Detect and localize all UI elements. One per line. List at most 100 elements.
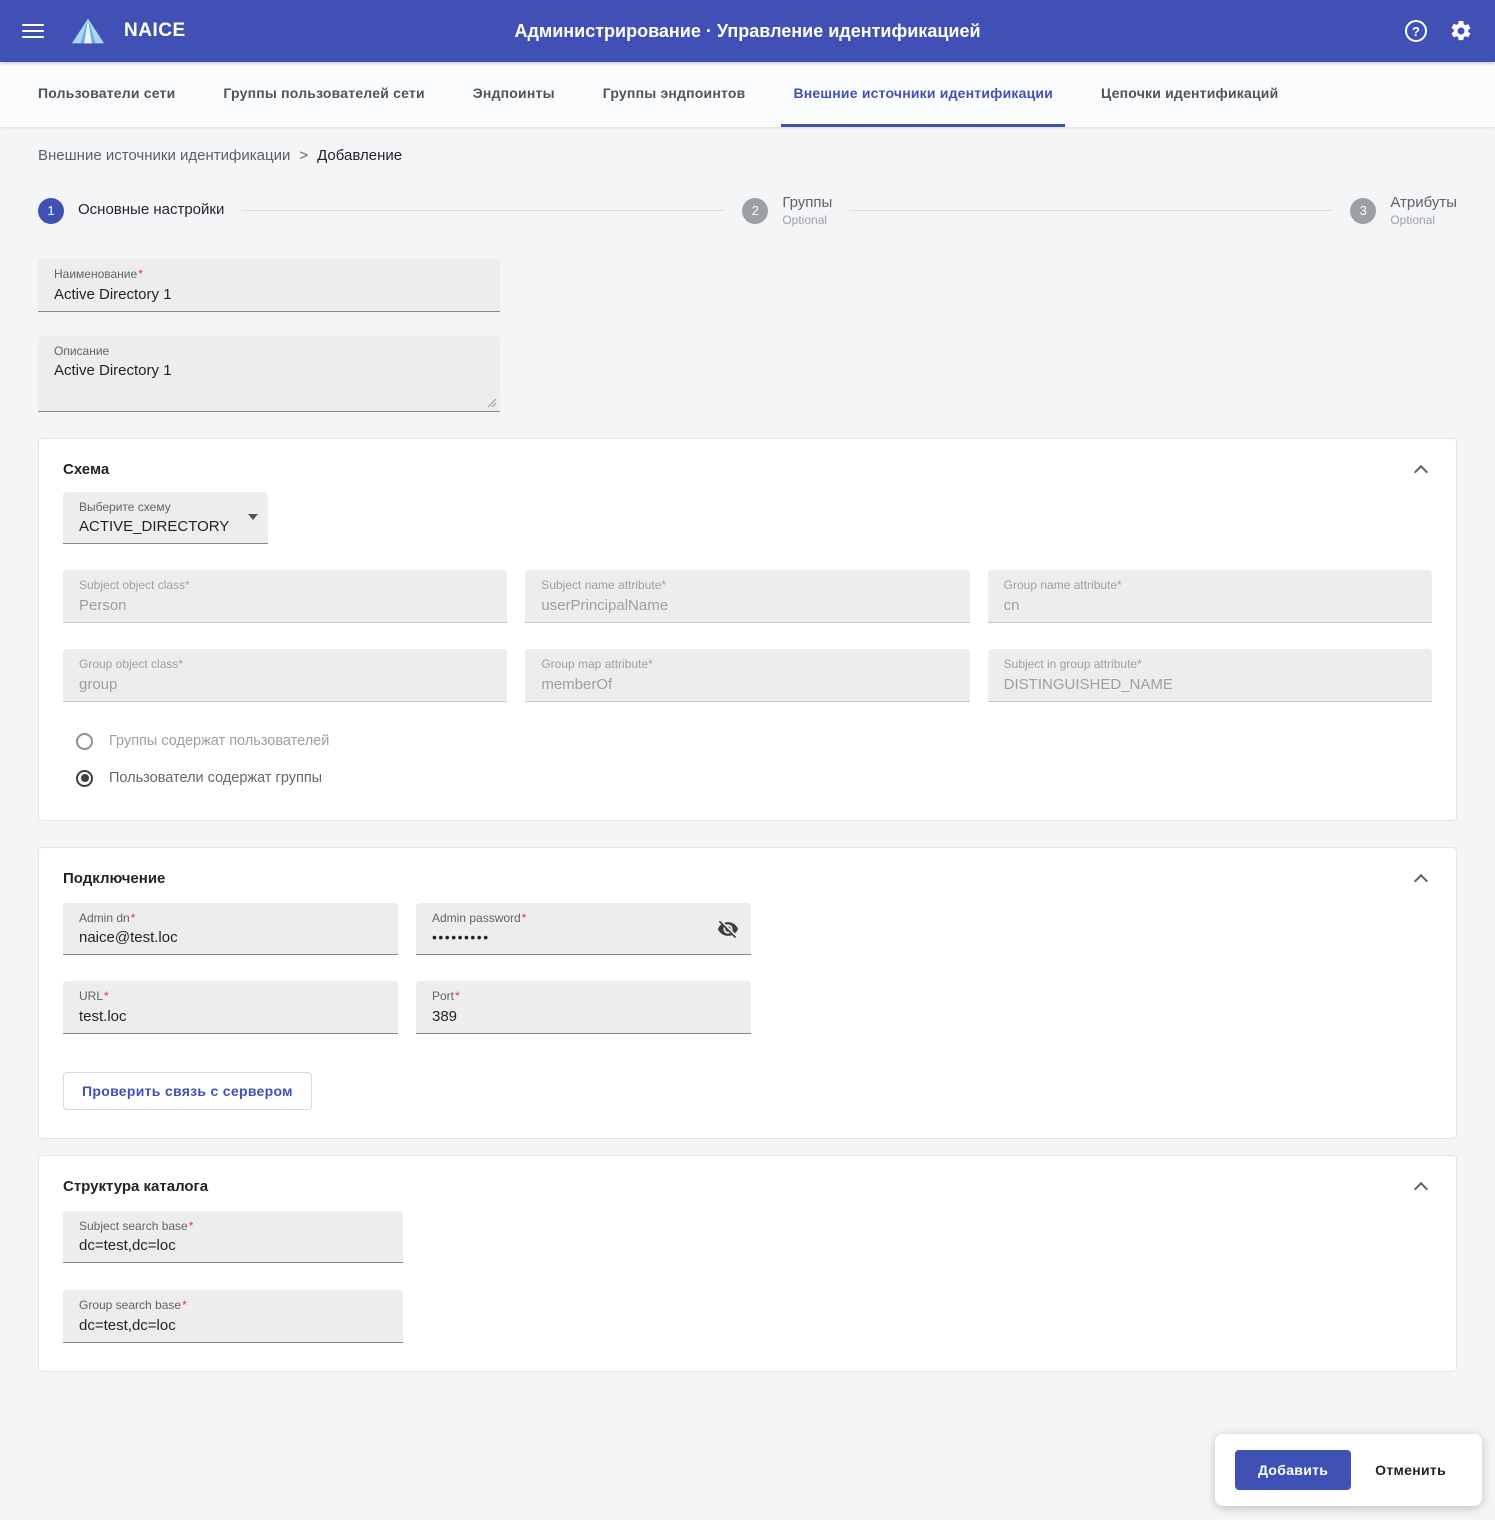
- port-label-text: Port: [432, 989, 454, 1003]
- visibility-off-icon[interactable]: [717, 918, 739, 940]
- group-search-base-field[interactable]: Group search base* dc=test,dc=loc: [63, 1290, 403, 1343]
- step-1-label: Основные настройки: [78, 201, 224, 220]
- schema-select-value: ACTIVE_DIRECTORY: [79, 518, 252, 535]
- url-label-text: URL: [79, 989, 103, 1003]
- step-2-groups[interactable]: 2 Группы Optional: [742, 194, 832, 227]
- schema-select[interactable]: Выберите схему ACTIVE_DIRECTORY: [63, 492, 268, 545]
- schema-select-label-text: Выберите схему: [79, 500, 171, 514]
- tab-endpoint-groups[interactable]: Группы эндпоинтов: [591, 62, 758, 127]
- admin-dn-field[interactable]: Admin dn* naice@test.loc: [63, 903, 398, 956]
- group-search-base-value: dc=test,dc=loc: [79, 1317, 387, 1334]
- tab-external-identity-sources[interactable]: Внешние источники идентификации: [781, 62, 1065, 127]
- schema-card-title: Схема: [63, 461, 109, 478]
- add-button[interactable]: Добавить: [1235, 1450, 1351, 1490]
- step-2-label: Группы: [782, 194, 832, 213]
- main-content: 1 Основные настройки 2 Группы Optional 3…: [0, 194, 1495, 1372]
- top-app-bar: NAICE Администрирование · Управление иде…: [0, 0, 1495, 62]
- collapse-chevron-up-icon[interactable]: [1414, 874, 1428, 888]
- stepper-connector: [242, 210, 724, 211]
- step-2-sublabel: Optional: [782, 213, 832, 227]
- port-label: Port*: [432, 989, 735, 1005]
- main-tabs: Пользователи сети Группы пользователей с…: [0, 62, 1495, 127]
- topbar-left: NAICE: [22, 16, 186, 46]
- description-field[interactable]: Описание Active Directory 1: [38, 336, 500, 412]
- cancel-button[interactable]: Отменить: [1359, 1450, 1462, 1490]
- connection-card-title: Подключение: [63, 870, 165, 887]
- radio-unselected-icon: [76, 733, 93, 750]
- required-marker: *: [189, 1219, 194, 1233]
- group-map-attribute-label: Group map attribute*: [541, 657, 953, 673]
- port-field[interactable]: Port* 389: [416, 981, 751, 1034]
- radio-selected-icon: [76, 770, 93, 787]
- name-field[interactable]: Наименование* Active Directory 1: [38, 259, 500, 312]
- subject-object-class-label: Subject object class*: [79, 578, 491, 594]
- required-marker: *: [131, 911, 136, 925]
- tab-identity-chains[interactable]: Цепочки идентификаций: [1089, 62, 1290, 127]
- subject-search-base-value: dc=test,dc=loc: [79, 1237, 387, 1254]
- schema-card-header: Схема: [63, 461, 1432, 478]
- radio-groups-contain-users-label: Группы содержат пользователей: [109, 733, 329, 749]
- subject-in-group-attribute-value: DISTINGUISHED_NAME: [1004, 676, 1416, 693]
- description-field-label: Описание: [54, 344, 484, 360]
- group-search-base-label: Group search base*: [79, 1298, 387, 1314]
- required-marker: *: [455, 989, 460, 1003]
- tab-endpoints[interactable]: Эндпоинты: [461, 62, 567, 127]
- resize-handle-icon[interactable]: [487, 398, 497, 408]
- collapse-chevron-up-icon[interactable]: [1414, 1182, 1428, 1196]
- subject-object-class-value: Person: [79, 597, 491, 614]
- name-field-label-text: Наименование: [54, 267, 137, 281]
- connection-fields-grid: Admin dn* naice@test.loc Admin password*…: [63, 903, 1432, 1034]
- directory-fields: Subject search base* dc=test,dc=loc Grou…: [63, 1211, 1432, 1343]
- step-3-attributes[interactable]: 3 Атрибуты Optional: [1350, 194, 1457, 227]
- directory-card-header: Структура каталога: [63, 1178, 1432, 1195]
- membership-radio-group: Группы содержат пользователей Пользовате…: [63, 728, 1432, 792]
- naice-logo-icon: [70, 16, 106, 46]
- name-field-value: Active Directory 1: [54, 286, 484, 303]
- breadcrumb-parent[interactable]: Внешние источники идентификации: [38, 147, 290, 164]
- test-connection-button[interactable]: Проверить связь с сервером: [63, 1072, 312, 1110]
- step-1-basic-settings[interactable]: 1 Основные настройки: [38, 198, 224, 224]
- connection-card: Подключение Admin dn* naice@test.loc Adm…: [38, 847, 1457, 1139]
- tab-network-user-groups[interactable]: Группы пользователей сети: [211, 62, 436, 127]
- subject-search-base-field[interactable]: Subject search base* dc=test,dc=loc: [63, 1211, 403, 1264]
- description-field-value: Active Directory 1: [54, 362, 484, 379]
- group-name-attribute-label: Group name attribute*: [1004, 578, 1416, 594]
- subject-search-base-label: Subject search base*: [79, 1219, 387, 1235]
- group-name-attribute-field: Group name attribute* cn: [988, 570, 1432, 623]
- radio-groups-contain-users[interactable]: Группы содержат пользователей: [63, 728, 1432, 755]
- group-search-base-label-text: Group search base: [79, 1298, 181, 1312]
- menu-icon[interactable]: [22, 20, 44, 42]
- group-name-attribute-value: cn: [1004, 597, 1416, 614]
- directory-structure-card: Структура каталога Subject search base* …: [38, 1155, 1457, 1372]
- settings-gear-icon[interactable]: [1449, 19, 1473, 43]
- url-field[interactable]: URL* test.loc: [63, 981, 398, 1034]
- subject-object-class-field: Subject object class* Person: [63, 570, 507, 623]
- subject-name-attribute-label: Subject name attribute*: [541, 578, 953, 594]
- app-name: NAICE: [124, 20, 186, 42]
- description-field-label-text: Описание: [54, 344, 109, 358]
- subject-in-group-attribute-field: Subject in group attribute* DISTINGUISHE…: [988, 649, 1432, 702]
- collapse-chevron-up-icon[interactable]: [1414, 465, 1428, 479]
- step-3-label: Атрибуты: [1390, 194, 1457, 213]
- tab-network-users[interactable]: Пользователи сети: [26, 62, 187, 127]
- form-actions: Добавить Отменить: [1215, 1434, 1482, 1506]
- admin-password-label-text: Admin password: [432, 911, 521, 925]
- group-object-class-value: group: [79, 676, 491, 693]
- admin-password-field[interactable]: Admin password* •••••••••: [416, 903, 751, 956]
- step-3-text: Атрибуты Optional: [1390, 194, 1457, 227]
- radio-users-contain-groups[interactable]: Пользователи содержат группы: [63, 765, 1432, 792]
- url-label: URL*: [79, 989, 382, 1005]
- required-marker: *: [104, 989, 109, 1003]
- admin-dn-label: Admin dn*: [79, 911, 382, 927]
- admin-password-value: •••••••••: [432, 929, 735, 945]
- connection-card-header: Подключение: [63, 870, 1432, 887]
- subject-search-base-label-text: Subject search base: [79, 1219, 188, 1233]
- step-1-text: Основные настройки: [78, 201, 224, 220]
- step-3-sublabel: Optional: [1390, 213, 1457, 227]
- step-1-circle: 1: [38, 198, 64, 224]
- topbar-right: ?: [1405, 19, 1473, 43]
- subject-name-attribute-value: userPrincipalName: [541, 597, 953, 614]
- help-icon[interactable]: ?: [1405, 20, 1427, 42]
- step-3-circle: 3: [1350, 198, 1376, 224]
- admin-dn-value: naice@test.loc: [79, 929, 382, 946]
